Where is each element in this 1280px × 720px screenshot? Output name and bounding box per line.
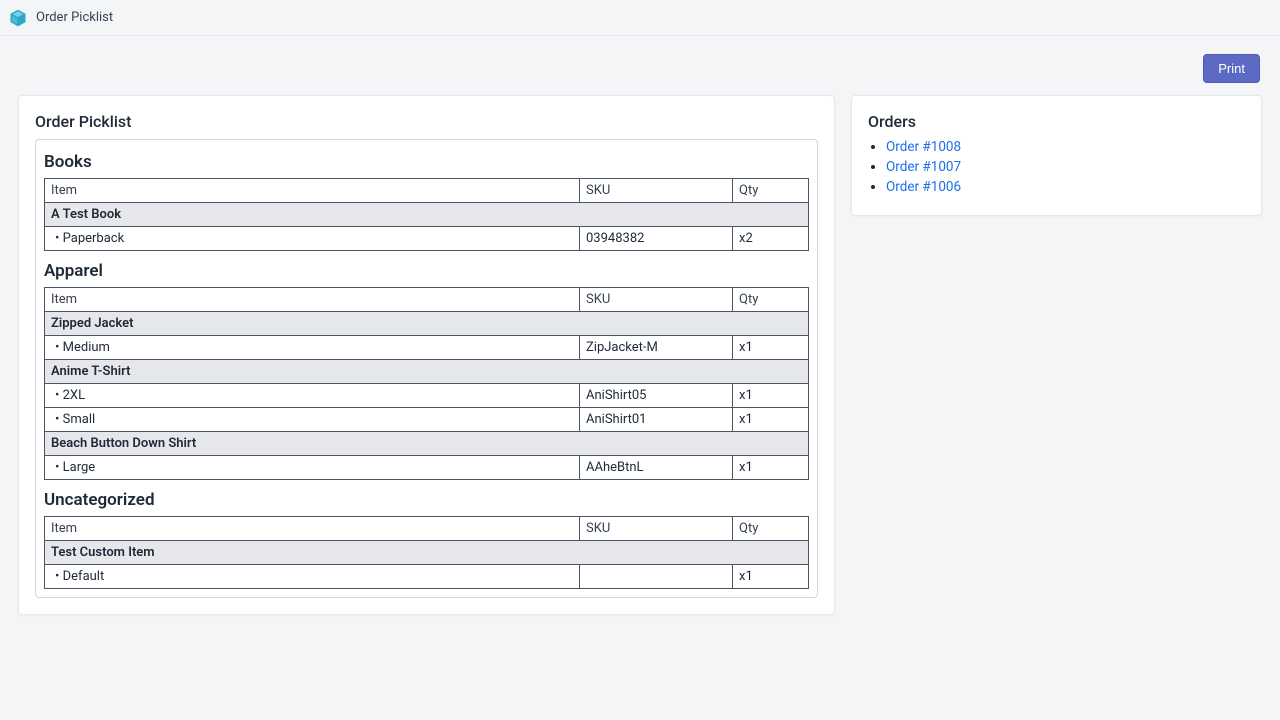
picklist-body: BooksItemSKUQtyA Test BookPaperback03948… (35, 139, 818, 598)
picklist-table: ItemSKUQtyTest Custom ItemDefault x1 (44, 516, 809, 589)
variant-sku: AAheBtnL (580, 456, 733, 480)
category-title: Books (44, 152, 809, 172)
variant-name: Default (45, 565, 580, 589)
col-header-item: Item (45, 517, 580, 541)
product-group-name: Beach Button Down Shirt (45, 432, 809, 456)
actions-bar: Print (18, 54, 1262, 83)
variant-qty: x1 (733, 384, 809, 408)
variant-name: Large (45, 456, 580, 480)
variant-sku: AniShirt05 (580, 384, 733, 408)
picklist-title: Order Picklist (35, 112, 818, 131)
variant-row: SmallAniShirt01x1 (45, 408, 809, 432)
variant-row: MediumZipJacket-Mx1 (45, 336, 809, 360)
print-button[interactable]: Print (1203, 54, 1260, 83)
orders-card: Orders Order #1008 Order #1007 Order #1006 (851, 95, 1262, 216)
variant-sku: ZipJacket-M (580, 336, 733, 360)
picklist-table: ItemSKUQtyA Test BookPaperback03948382x2 (44, 178, 809, 251)
variant-qty: x1 (733, 336, 809, 360)
variant-qty: x1 (733, 456, 809, 480)
picklist-table: ItemSKUQtyZipped JacketMediumZipJacket-M… (44, 287, 809, 480)
order-link[interactable]: Order #1006 (886, 179, 961, 195)
list-item: Order #1007 (886, 159, 1245, 175)
topbar: Order Picklist (0, 0, 1280, 36)
app-title: Order Picklist (36, 10, 113, 25)
order-link[interactable]: Order #1007 (886, 159, 961, 175)
col-header-qty: Qty (733, 517, 809, 541)
variant-row: Default x1 (45, 565, 809, 589)
col-header-qty: Qty (733, 288, 809, 312)
product-group-name: Anime T-Shirt (45, 360, 809, 384)
orders-title: Orders (868, 112, 1245, 131)
list-item: Order #1008 (886, 139, 1245, 155)
order-link[interactable]: Order #1008 (886, 139, 961, 155)
col-header-qty: Qty (733, 179, 809, 203)
app-cube-icon (8, 8, 28, 28)
category-title: Uncategorized (44, 490, 809, 510)
page: Print Order Picklist BooksItemSKUQtyA Te… (0, 36, 1280, 633)
category-section: Apparel ItemSKUQtyZipped JacketMediumZipJ… (44, 261, 809, 480)
variant-qty: x1 (733, 408, 809, 432)
product-group-row: Test Custom Item (45, 541, 809, 565)
variant-name: Paperback (45, 227, 580, 251)
product-group-row: Beach Button Down Shirt (45, 432, 809, 456)
col-header-item: Item (45, 179, 580, 203)
variant-sku: 03948382 (580, 227, 733, 251)
product-group-row: Anime T-Shirt (45, 360, 809, 384)
variant-name: Small (45, 408, 580, 432)
variant-name: 2XL (45, 384, 580, 408)
list-item: Order #1006 (886, 179, 1245, 195)
orders-list: Order #1008 Order #1007 Order #1006 (868, 139, 1245, 195)
product-group-name: A Test Book (45, 203, 809, 227)
variant-sku: AniShirt01 (580, 408, 733, 432)
col-header-sku: SKU (580, 517, 733, 541)
category-section: Books ItemSKUQtyA Test BookPaperback03948… (44, 152, 809, 251)
variant-name: Medium (45, 336, 580, 360)
category-title: Apparel (44, 261, 809, 281)
variant-row: 2XLAniShirt05x1 (45, 384, 809, 408)
variant-row: Paperback03948382x2 (45, 227, 809, 251)
columns: Order Picklist BooksItemSKUQtyA Test Boo… (18, 95, 1262, 615)
product-group-row: A Test Book (45, 203, 809, 227)
col-header-sku: SKU (580, 288, 733, 312)
product-group-name: Test Custom Item (45, 541, 809, 565)
variant-sku (580, 565, 733, 589)
variant-qty: x2 (733, 227, 809, 251)
category-section: Uncategorized ItemSKUQtyTest Custom ItemD… (44, 490, 809, 589)
variant-row: LargeAAheBtnLx1 (45, 456, 809, 480)
variant-qty: x1 (733, 565, 809, 589)
picklist-card: Order Picklist BooksItemSKUQtyA Test Boo… (18, 95, 835, 615)
col-header-item: Item (45, 288, 580, 312)
product-group-row: Zipped Jacket (45, 312, 809, 336)
col-header-sku: SKU (580, 179, 733, 203)
product-group-name: Zipped Jacket (45, 312, 809, 336)
